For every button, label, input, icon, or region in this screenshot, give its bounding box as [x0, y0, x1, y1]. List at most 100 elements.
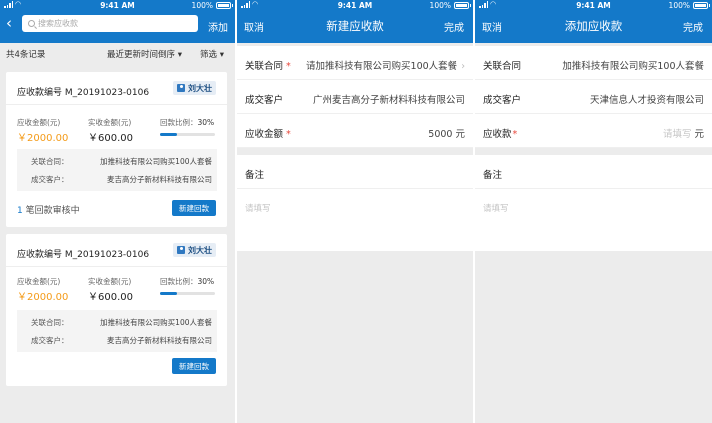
amount-field[interactable]: 应收金额 * 5000 元	[237, 114, 473, 148]
page-title: 新建应收款	[326, 19, 384, 33]
add-button[interactable]: 添加	[208, 19, 228, 34]
contract-field-label: 关联合同	[483, 61, 522, 72]
owner-badge: 刘大壮	[173, 243, 216, 257]
nav-bar: ◠ 9:41 AM 100% 取消 添加应收款 完成	[475, 0, 712, 43]
done-button[interactable]: 完成	[683, 19, 703, 34]
remark-field[interactable]: 备注 请填写	[237, 155, 473, 251]
filter-dropdown[interactable]: 筛选 ▾	[200, 48, 224, 60]
ratio-label-text: 回款比例：	[160, 277, 198, 286]
received-amount: ￥600.00	[88, 133, 133, 144]
receivable-amount: ￥2000.00	[17, 133, 69, 144]
battery-percent: 100%	[668, 1, 690, 10]
customer-field[interactable]: 成交客户 广州麦吉高分子新材料科技有限公司	[237, 80, 473, 114]
amount-label-text: 应收款	[483, 129, 512, 140]
contract-value: 请加推科技有限公司购买100人套餐 ›	[306, 58, 465, 72]
sort-label: 最近更新时间倒序	[107, 50, 176, 60]
back-icon[interactable]: ‹	[6, 16, 12, 31]
ratio-label-text: 回款比例：	[160, 118, 198, 127]
customer-value: 天津信息人才投资有限公司	[589, 95, 704, 106]
contract-value: 加推科技有限公司购买100人套餐	[100, 157, 212, 166]
contract-value: 加推科技有限公司购买100人套餐	[562, 61, 704, 72]
contract-value-text: 请加推科技有限公司购买100人套餐	[306, 61, 458, 72]
contract-field-label: 关联合同 *	[245, 58, 291, 72]
battery-percent: 100%	[191, 1, 213, 10]
contract-value: 加推科技有限公司购买100人套餐	[100, 318, 212, 327]
chevron-right-icon: ›	[461, 61, 465, 72]
ratio-progress-fill	[160, 292, 177, 295]
ratio-progress-bar	[160, 133, 215, 136]
required-icon: *	[512, 129, 518, 140]
customer-field-label: 成交客户	[245, 95, 284, 106]
ratio-label: 回款比例：30%	[160, 276, 214, 287]
battery-icon	[216, 2, 233, 9]
amount-field[interactable]: 应收款* 请填写 元	[475, 114, 712, 148]
divider	[6, 104, 227, 105]
remark-field[interactable]: 备注 请填写	[475, 155, 712, 251]
battery-percent: 100%	[429, 1, 451, 10]
amount-field-label: 应收金额 *	[245, 126, 291, 140]
sort-dropdown[interactable]: 最近更新时间倒序 ▾	[107, 48, 182, 60]
divider	[475, 188, 712, 189]
filter-bar: 共4条记录 最近更新时间倒序 ▾ 筛选 ▾	[0, 43, 235, 63]
status-bar: ◠ 9:41 AM 100%	[0, 0, 235, 11]
receivable-number: 应收款编号 M_20191023-0106	[17, 250, 150, 260]
customer-label: 成交客户：	[31, 336, 69, 345]
caret-down-icon: ▾	[177, 50, 182, 60]
nav-bar: ◠ 9:41 AM 100% 取消 新建应收款 完成	[237, 0, 473, 43]
card-info-box: 关联合同： 加推科技有限公司购买100人套餐 成交客户： 麦吉高分子新材料科技有…	[17, 149, 217, 191]
done-button[interactable]: 完成	[444, 19, 464, 34]
amount-label-text: 应收金额	[245, 129, 284, 140]
customer-value: 广州麦吉高分子新材料科技有限公司	[312, 95, 465, 106]
page-title: 添加应收款	[564, 19, 623, 33]
pending-label: 笔回款审核中	[22, 206, 80, 216]
owner-badge: 刘大壮	[173, 81, 216, 95]
filter-label: 筛选	[200, 50, 218, 60]
status-bar: ◠ 9:41 AM 100%	[237, 0, 473, 11]
receivable-card[interactable]: 应收款编号 M_20191023-0106 刘大壮 应收金额(元) ￥2000.…	[6, 72, 227, 227]
receivable-amount: ￥2000.00	[17, 292, 69, 303]
receivable-card[interactable]: 应收款编号 M_20191023-0106 刘大壮 应收金额(元) ￥2000.…	[6, 234, 227, 386]
user-icon	[177, 84, 185, 92]
remark-placeholder: 请填写	[245, 204, 271, 214]
contract-field[interactable]: 关联合同 * 请加推科技有限公司购买100人套餐 ›	[237, 46, 473, 80]
battery-icon	[454, 2, 471, 9]
receivable-amount-label: 应收金额(元)	[17, 277, 61, 286]
ratio-progress-bar	[160, 292, 215, 295]
owner-name: 刘大壮	[188, 245, 212, 255]
new-payment-button[interactable]: 新建回款	[172, 358, 216, 374]
ratio-progress-fill	[160, 133, 177, 136]
card-info-box: 关联合同： 加推科技有限公司购买100人套餐 成交客户： 麦吉高分子新材料科技有…	[17, 310, 217, 352]
contract-label: 关联合同：	[31, 318, 69, 327]
new-payment-button[interactable]: 新建回款	[172, 200, 216, 216]
receivable-number: 应收款编号 M_20191023-0106	[17, 88, 150, 98]
received-amount-label: 实收金额(元)	[88, 118, 132, 127]
add-receivable-screen: ◠ 9:41 AM 100% 取消 添加应收款 完成 关联合同 加推科技有限公司…	[475, 0, 712, 423]
battery-icon	[693, 2, 710, 9]
amount-value: 5000 元	[428, 129, 465, 140]
received-amount-label: 实收金额(元)	[88, 277, 132, 286]
search-input[interactable]: 搜索应收款	[22, 15, 198, 32]
new-receivable-screen: ◠ 9:41 AM 100% 取消 新建应收款 完成 关联合同 * 请加推科技有限…	[237, 0, 473, 423]
remark-label: 备注	[245, 170, 265, 181]
divider	[6, 266, 227, 267]
customer-field: 成交客户 天津信息人才投资有限公司	[475, 80, 712, 114]
amount-placeholder: 请填写	[662, 129, 692, 140]
contract-field: 关联合同 加推科技有限公司购买100人套餐	[475, 46, 712, 80]
amount-input[interactable]: 请填写 元	[663, 126, 704, 140]
remark-label: 备注	[483, 170, 503, 181]
record-count: 共4条记录	[6, 50, 46, 60]
contract-label-text: 关联合同	[245, 61, 284, 72]
received-amount: ￥600.00	[88, 292, 133, 303]
receivable-list-screen: ◠ 9:41 AM 100% ‹ 搜索应收款 添加 共4条记录 最近更新时间倒序…	[0, 0, 235, 423]
required-icon: *	[286, 61, 291, 72]
search-placeholder: 搜索应收款	[38, 19, 78, 28]
customer-value: 麦吉高分子新材料科技有限公司	[107, 336, 212, 345]
caret-down-icon: ▾	[219, 50, 224, 60]
amount-field-label: 应收款*	[483, 126, 517, 140]
contract-label: 关联合同：	[31, 157, 69, 166]
nav-bar: ◠ 9:41 AM 100% ‹ 搜索应收款 添加	[0, 0, 235, 43]
amount-unit: 元	[694, 129, 704, 140]
customer-label: 成交客户：	[31, 175, 69, 184]
pending-review-text: 1 笔回款审核中	[17, 203, 80, 216]
receivable-amount-label: 应收金额(元)	[17, 118, 61, 127]
